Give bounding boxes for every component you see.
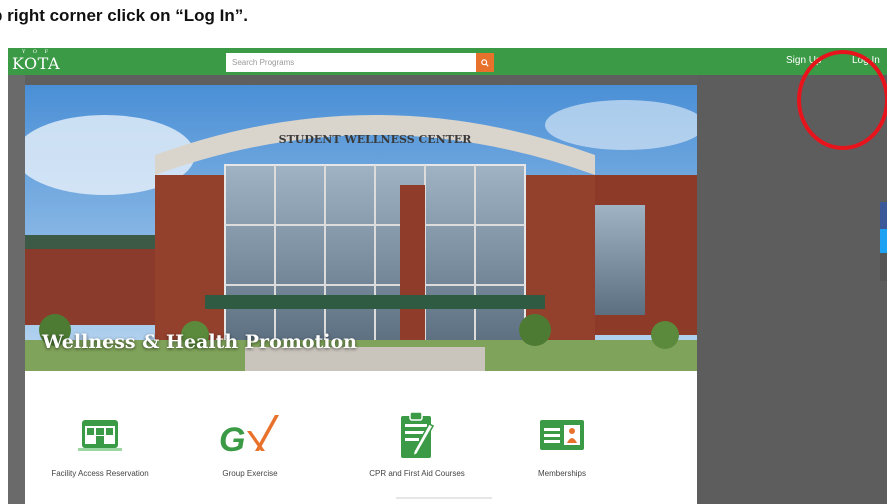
search-icon xyxy=(481,58,489,67)
programs-section: Facility Access Reservation G Group Exer… xyxy=(25,371,697,504)
social-share-other[interactable] xyxy=(880,253,887,281)
svg-text:G: G xyxy=(219,421,245,457)
facility-building-icon xyxy=(78,420,122,451)
social-share-twitter[interactable] xyxy=(880,229,887,253)
program-underline xyxy=(396,497,492,499)
program-label: Memberships xyxy=(537,469,586,478)
annotation-circle xyxy=(797,50,887,150)
program-memberships[interactable]: Memberships xyxy=(487,411,637,478)
hero-title: Wellness & Health Promotion xyxy=(42,331,357,353)
instruction-text: p right corner click on “Log In”. xyxy=(0,6,248,25)
program-label: Facility Access Reservation xyxy=(51,469,149,478)
building-sign: STUDENT WELLNESS CENTER xyxy=(279,133,473,146)
search-button[interactable] xyxy=(476,53,494,72)
top-navbar: Y O F KOTA Sign Up Log In xyxy=(8,48,887,75)
program-facility-access[interactable]: Facility Access Reservation xyxy=(25,411,175,478)
social-share-facebook[interactable] xyxy=(880,202,887,229)
app-window: Y O F KOTA Sign Up Log In xyxy=(8,48,887,504)
gx-logo-icon: G xyxy=(219,415,279,457)
brand-name: KOTA xyxy=(12,54,60,73)
hero-building-image: STUDENT WELLNESS CENTER xyxy=(25,85,697,371)
search-input[interactable] xyxy=(226,53,476,72)
hero-banner: STUDENT WELLNESS CENTER Wellness & Healt… xyxy=(25,85,697,371)
left-gutter xyxy=(8,75,25,504)
search-bar xyxy=(226,53,494,72)
program-cpr-first-aid[interactable]: CPR and First Aid Courses xyxy=(342,411,492,478)
clipboard-pen-icon xyxy=(401,411,435,458)
program-label: CPR and First Aid Courses xyxy=(369,469,465,478)
screenshot: p right corner click on “Log In”. Y O F … xyxy=(0,0,887,504)
id-card-icon xyxy=(540,420,584,450)
program-label: Group Exercise xyxy=(222,469,278,478)
program-group-exercise[interactable]: G Group Exercise xyxy=(175,411,325,478)
